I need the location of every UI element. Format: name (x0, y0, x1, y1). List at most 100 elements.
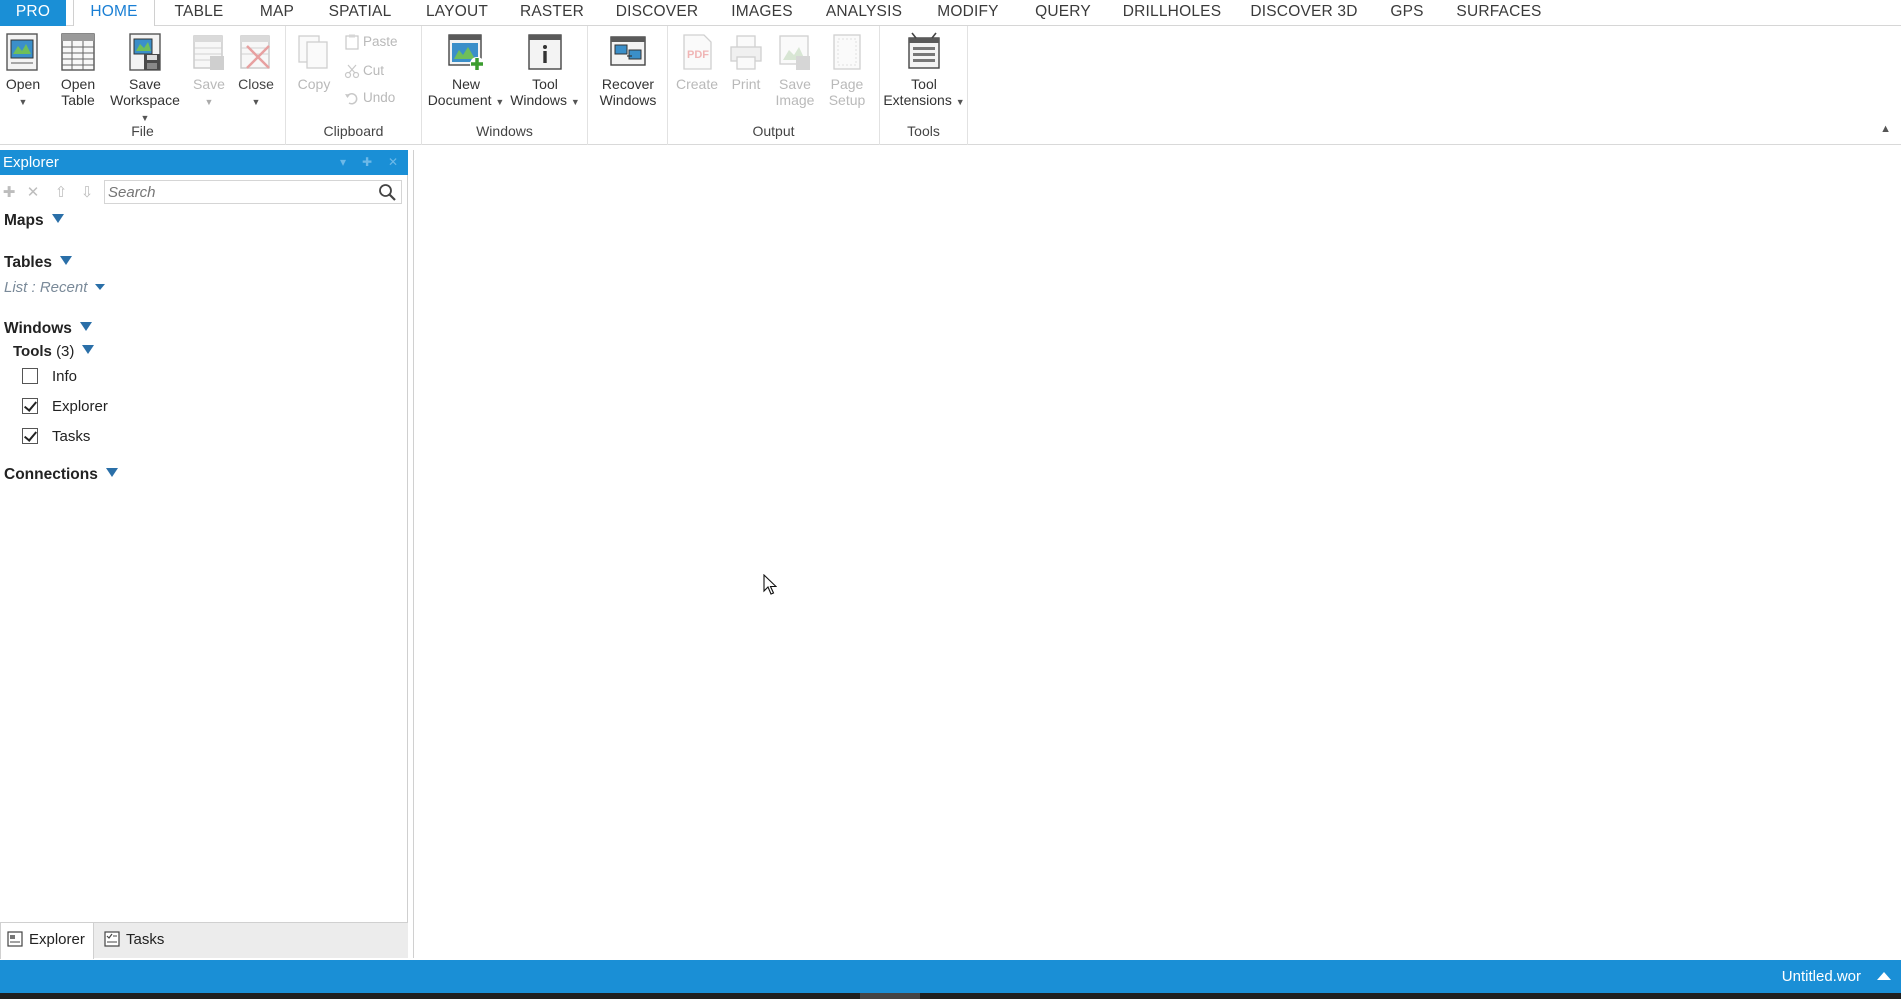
tab-pro[interactable]: PRO (0, 0, 66, 26)
document-area[interactable] (413, 150, 1901, 958)
tab-discover-3d[interactable]: DISCOVER 3D (1248, 0, 1360, 26)
tables-section-header[interactable]: Tables (4, 254, 72, 272)
undo-button[interactable]: Undo (344, 88, 395, 108)
expand-status-icon[interactable] (1877, 972, 1891, 980)
add-icon[interactable]: ✚ (0, 184, 18, 202)
save-image-button[interactable]: Save Image (770, 32, 820, 108)
connections-section-header[interactable]: Connections (4, 466, 118, 484)
move-up-icon[interactable]: ⇧ (52, 184, 70, 202)
pdf-icon: PDF (683, 34, 712, 70)
tool-item-label: Explorer (52, 398, 108, 415)
paste-button[interactable]: Paste (344, 32, 398, 52)
tab-images[interactable]: IMAGES (725, 0, 799, 26)
save-image-line2: Image (775, 92, 815, 108)
copy-button-label: Copy (297, 76, 331, 92)
save-workspace-icon (129, 33, 161, 71)
tab-surfaces[interactable]: SURFACES (1454, 0, 1544, 26)
status-bar: Untitled.wor (0, 960, 1901, 993)
pin-icon[interactable]: ✚ (360, 155, 374, 169)
search-icon[interactable] (378, 183, 397, 202)
tool-item-tasks[interactable]: Tasks (22, 427, 90, 447)
open-button[interactable]: Open ▼ (2, 32, 44, 110)
tab-gps[interactable]: GPS (1380, 0, 1434, 26)
save-workspace-button[interactable]: Save Workspace ▼ (104, 32, 186, 126)
explorer-panel: Explorer ▾ ✚ ✕ ✚ ✕ ⇧ ⇩ Maps Tables List … (0, 150, 408, 959)
close-button[interactable]: Close ▼ (234, 32, 278, 110)
tab-layout[interactable]: LAYOUT (418, 0, 496, 26)
ribbon-group-windows: New Document ▼ Tool Windows ▼ Windows (422, 26, 588, 145)
tab-query[interactable]: QUERY (1028, 0, 1098, 26)
maps-label: Maps (4, 212, 44, 229)
dropdown-icon[interactable]: ▾ (336, 155, 350, 169)
close-button-label: Close (238, 76, 274, 92)
chevron-down-icon: ▼ (204, 97, 214, 107)
page-setup-button[interactable]: Page Setup (822, 32, 872, 108)
paste-button-label: Paste (363, 34, 398, 49)
expand-triangle-icon[interactable] (59, 256, 72, 265)
maps-section-header[interactable]: Maps (4, 212, 64, 230)
expand-triangle-icon[interactable] (105, 468, 118, 477)
list-recent-dropdown[interactable]: List : Recent (4, 279, 106, 296)
page-setup-line2: Setup (828, 92, 866, 108)
open-table-line1: Open (60, 76, 96, 92)
chevron-down-icon[interactable] (95, 284, 106, 290)
group-label-tools: Tools (907, 123, 940, 139)
close-icon[interactable]: ✕ (386, 155, 400, 169)
collapse-ribbon-icon[interactable]: ▲ (1880, 123, 1891, 135)
print-button[interactable]: Print (724, 32, 768, 92)
create-pdf-button[interactable]: PDF Create (672, 32, 722, 92)
expand-triangle-icon[interactable] (82, 345, 95, 354)
copy-icon (298, 35, 328, 69)
search-input[interactable] (105, 181, 365, 203)
copy-button[interactable]: Copy (292, 32, 336, 92)
tab-raster[interactable]: RASTER (513, 0, 591, 26)
bottom-tab-tasks[interactable]: Tasks (98, 923, 172, 959)
tab-analysis[interactable]: ANALYSIS (821, 0, 907, 26)
tool-item-info[interactable]: Info (22, 367, 77, 387)
tool-extensions-line1: Tool (911, 76, 937, 92)
chevron-down-icon: ▼ (495, 97, 505, 107)
taskbar-highlight (860, 993, 920, 999)
tab-home[interactable]: HOME (73, 0, 155, 27)
explorer-title-bar: Explorer ▾ ✚ ✕ (0, 150, 408, 175)
remove-icon[interactable]: ✕ (24, 184, 42, 202)
new-document-line2: Document (427, 92, 492, 108)
info-checkbox[interactable] (22, 368, 38, 384)
open-workspace-icon (6, 33, 38, 71)
chevron-down-icon: ▼ (955, 97, 965, 107)
bottom-tab-explorer[interactable]: Explorer (0, 923, 94, 959)
search-box (104, 180, 402, 204)
expand-triangle-icon[interactable] (51, 214, 64, 223)
recover-windows-button[interactable]: Recover Windows (594, 32, 662, 108)
ribbon-group-clipboard: Copy Paste Cut Undo Clipboard (286, 26, 422, 145)
chevron-down-icon: ▼ (140, 113, 150, 123)
tasks-checkbox[interactable] (22, 428, 38, 444)
bottom-tab-label: Tasks (126, 931, 165, 948)
tab-spatial[interactable]: SPATIAL (322, 0, 398, 26)
save-table-icon (193, 35, 224, 70)
windows-section-header[interactable]: Windows (4, 320, 92, 338)
tasks-icon (104, 931, 120, 947)
tab-discover[interactable]: DISCOVER (612, 0, 702, 26)
cut-button[interactable]: Cut (344, 61, 384, 81)
open-table-button[interactable]: Open Table (56, 32, 100, 108)
workspace-file-name[interactable]: Untitled.wor (1782, 960, 1861, 993)
save-button[interactable]: Save ▼ (188, 32, 230, 110)
tools-subsection-header[interactable]: Tools (3) (13, 343, 95, 360)
tool-item-explorer[interactable]: Explorer (22, 397, 108, 417)
move-down-icon[interactable]: ⇩ (78, 184, 96, 202)
explorer-checkbox[interactable] (22, 398, 38, 414)
new-document-button[interactable]: New Document ▼ (426, 32, 506, 110)
tool-windows-line1: Tool (532, 76, 558, 92)
tab-map[interactable]: MAP (250, 0, 304, 26)
tool-windows-button[interactable]: Tool Windows ▼ (510, 32, 580, 110)
save-button-label: Save (193, 76, 225, 92)
tab-drillholes[interactable]: DRILLHOLES (1120, 0, 1224, 26)
tab-table[interactable]: TABLE (162, 0, 236, 26)
tool-extensions-button[interactable]: Tool Extensions ▼ (882, 32, 966, 110)
new-document-icon (448, 34, 484, 71)
save-workspace-line1: Save (129, 76, 161, 92)
tab-modify[interactable]: MODIFY (929, 0, 1007, 26)
expand-triangle-icon[interactable] (79, 322, 92, 331)
tools-count: (3) (56, 343, 75, 360)
